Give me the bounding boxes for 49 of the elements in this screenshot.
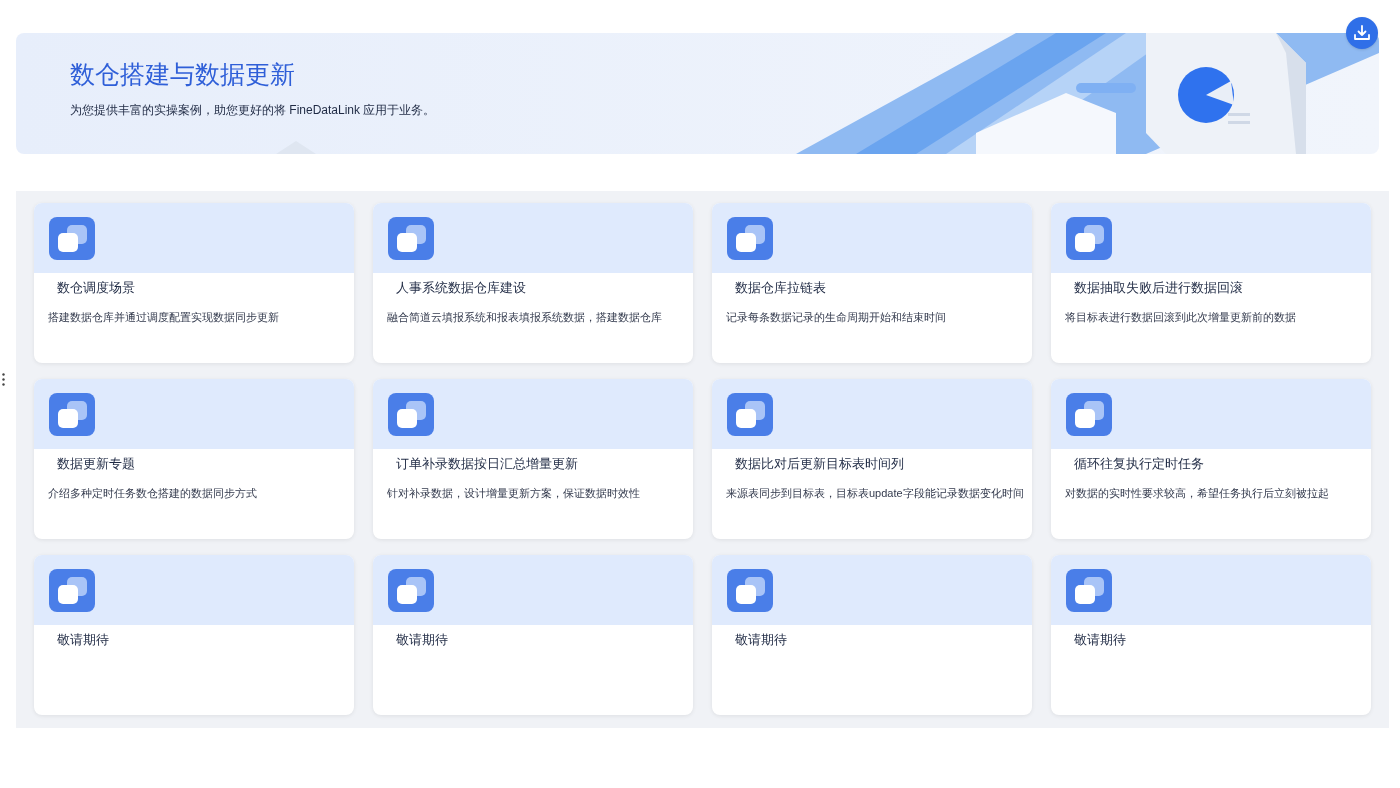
layers-icon (49, 217, 95, 260)
case-card[interactable]: 数据比对后更新目标表时间列 来源表同步到目标表，目标表update字段能记录数据变化时间 (712, 379, 1032, 539)
card-title: 敬请期待 (396, 631, 448, 649)
case-card[interactable]: 订单补录数据按日汇总增量更新 针对补录数据，设计增量更新方案，保证数据时效性 (373, 379, 693, 539)
download-icon (1353, 24, 1371, 42)
case-card[interactable]: 数仓调度场景 搭建数据仓库并通过调度配置实现数据同步更新 (34, 203, 354, 363)
case-card[interactable]: 数据更新专题 介绍多种定时任务数仓搭建的数据同步方式 (34, 379, 354, 539)
more-icon[interactable] (2, 373, 5, 386)
card-title: 数据抽取失败后进行数据回滚 (1074, 279, 1243, 297)
layers-icon (727, 569, 773, 612)
card-description: 来源表同步到目标表，目标表update字段能记录数据变化时间 (726, 486, 1024, 501)
card-description: 记录每条数据记录的生命周期开始和结束时间 (726, 310, 946, 325)
layers-icon (388, 393, 434, 436)
card-description: 将目标表进行数据回滚到此次增量更新前的数据 (1065, 310, 1296, 325)
layers-icon (388, 569, 434, 612)
case-card[interactable]: 数据抽取失败后进行数据回滚 将目标表进行数据回滚到此次增量更新前的数据 (1051, 203, 1371, 363)
case-card[interactable]: 循环往复执行定时任务 对数据的实时性要求较高，希望任务执行后立刻被拉起 (1051, 379, 1371, 539)
download-button[interactable] (1346, 17, 1378, 49)
layers-icon (727, 393, 773, 436)
card-title: 订单补录数据按日汇总增量更新 (396, 455, 578, 473)
card-title: 人事系统数据仓库建设 (396, 279, 526, 297)
card-description: 介绍多种定时任务数仓搭建的数据同步方式 (48, 486, 257, 501)
card-title: 数据比对后更新目标表时间列 (735, 455, 904, 473)
case-card[interactable]: 敬请期待 (34, 555, 354, 715)
card-description: 融合简道云填报系统和报表填报系统数据，搭建数据仓库 (387, 310, 662, 325)
page-subtitle: 为您提供丰富的实操案例，助您更好的将 FineDataLink 应用于业务。 (70, 102, 436, 119)
layers-icon (49, 393, 95, 436)
card-title: 数据更新专题 (57, 455, 135, 473)
case-card[interactable]: 敬请期待 (1051, 555, 1371, 715)
layers-icon (1066, 393, 1112, 436)
case-card[interactable]: 人事系统数据仓库建设 融合简道云填报系统和报表填报系统数据，搭建数据仓库 (373, 203, 693, 363)
layers-icon (727, 217, 773, 260)
layers-icon (388, 217, 434, 260)
layers-icon (1066, 217, 1112, 260)
card-title: 敬请期待 (1074, 631, 1126, 649)
card-description: 搭建数据仓库并通过调度配置实现数据同步更新 (48, 310, 279, 325)
layers-icon (49, 569, 95, 612)
card-title: 数仓调度场景 (57, 279, 135, 297)
case-card[interactable]: 敬请期待 (373, 555, 693, 715)
card-title: 数据仓库拉链表 (735, 279, 826, 297)
layers-icon (1066, 569, 1112, 612)
card-title: 敬请期待 (735, 631, 787, 649)
case-card[interactable]: 数据仓库拉链表 记录每条数据记录的生命周期开始和结束时间 (712, 203, 1032, 363)
page-title: 数仓搭建与数据更新 (70, 59, 295, 89)
card-description: 针对补录数据，设计增量更新方案，保证数据时效性 (387, 486, 640, 501)
card-title: 敬请期待 (57, 631, 109, 649)
card-description: 对数据的实时性要求较高，希望任务执行后立刻被拉起 (1065, 486, 1329, 501)
case-card[interactable]: 敬请期待 (712, 555, 1032, 715)
card-title: 循环往复执行定时任务 (1074, 455, 1204, 473)
